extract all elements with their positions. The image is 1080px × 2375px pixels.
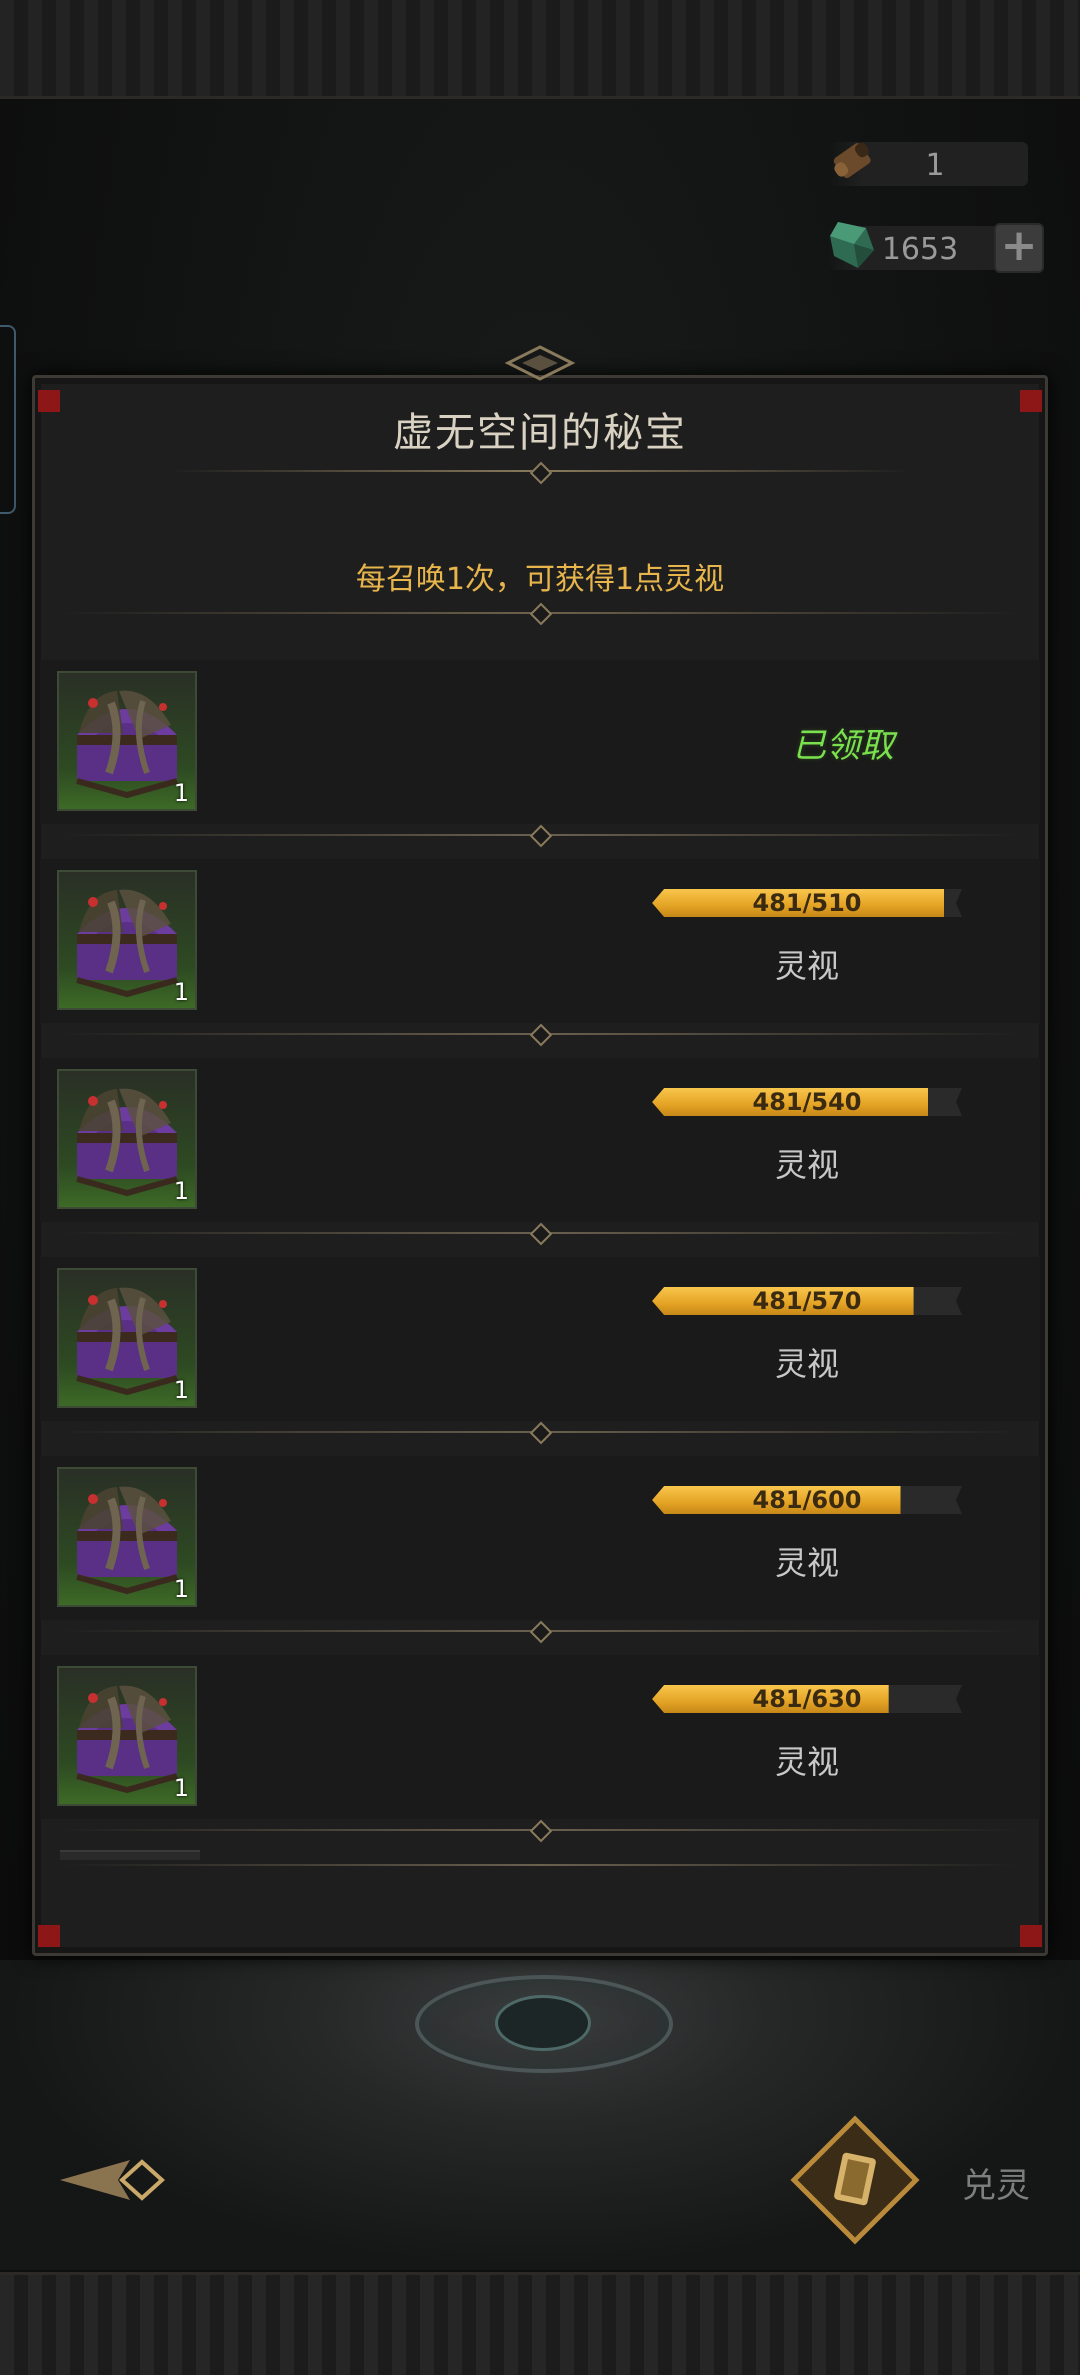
progress-label: 灵视 (774, 1544, 839, 1582)
back-arrow-button[interactable] (60, 2150, 170, 2210)
reward-quantity: 1 (173, 1774, 189, 1802)
progress-text: 481/570 (752, 1287, 862, 1315)
reward-quantity: 1 (173, 1575, 189, 1603)
progress-bar: 481/630 (652, 1685, 962, 1713)
progress-bar: 481/510 (652, 889, 962, 917)
progress-label: 灵视 (774, 1345, 839, 1383)
reward-row[interactable]: 1 481/510 灵视 (40, 859, 1040, 1023)
reward-chest[interactable]: 1 (57, 1268, 197, 1408)
reward-quantity: 1 (173, 978, 189, 1006)
reward-quantity: 1 (173, 779, 189, 807)
progress-text: 481/600 (752, 1486, 862, 1514)
progress-bar: 481/570 (652, 1287, 962, 1315)
reward-quantity: 1 (173, 1177, 189, 1205)
reward-chest[interactable]: 1 (57, 1467, 197, 1607)
reward-chest[interactable]: 1 (57, 870, 197, 1010)
progress-bar: 481/540 (652, 1088, 962, 1116)
row-divider (60, 1864, 1020, 1866)
reward-row[interactable]: 1 已领取 (40, 660, 1040, 824)
reward-row[interactable]: 1 481/570 灵视 (40, 1257, 1040, 1421)
progress-text: 481/510 (752, 889, 862, 917)
reward-row[interactable]: 1 481/540 灵视 (40, 1058, 1040, 1222)
reward-row[interactable]: 1 481/630 灵视 (40, 1655, 1040, 1819)
claimed-status: 已领取 (792, 726, 894, 766)
progress-label: 灵视 (774, 947, 839, 985)
scroll-icon (833, 142, 871, 179)
top-ornate-border (0, 0, 1080, 99)
next-reward-row-peek (60, 1850, 200, 1860)
altar-core (495, 1995, 591, 2051)
add-gem-button[interactable]: + (994, 223, 1044, 273)
scroll-count: 1 (925, 148, 945, 183)
spirit-exchange-button[interactable] (790, 2115, 920, 2245)
reward-chest[interactable]: 1 (57, 1069, 197, 1209)
progress-label: 灵视 (774, 1743, 839, 1781)
reward-chest[interactable]: 1 (57, 671, 197, 811)
spirit-exchange-label: 兑灵 (962, 2166, 1030, 2206)
progress-text: 481/540 (752, 1088, 862, 1116)
panel-corner-ornament (38, 1925, 60, 1947)
progress-label: 灵视 (774, 1146, 839, 1184)
panel-title: 虚无空间的秘宝 (393, 410, 687, 456)
panel-corner-ornament (1020, 1925, 1042, 1947)
jade-gem-icon (830, 222, 874, 268)
progress-bar: 481/600 (652, 1486, 962, 1514)
title-top-ornament (504, 345, 576, 381)
reward-row[interactable]: 1 481/600 灵视 (40, 1456, 1040, 1620)
progress-text: 481/630 (752, 1685, 862, 1713)
reward-chest[interactable]: 1 (57, 1666, 197, 1806)
summon-rule-text: 每召唤1次，可获得1点灵视 (355, 562, 725, 597)
gem-count: 1653 (881, 232, 959, 267)
reward-quantity: 1 (173, 1376, 189, 1404)
bottom-ornate-border (0, 2272, 1080, 2375)
